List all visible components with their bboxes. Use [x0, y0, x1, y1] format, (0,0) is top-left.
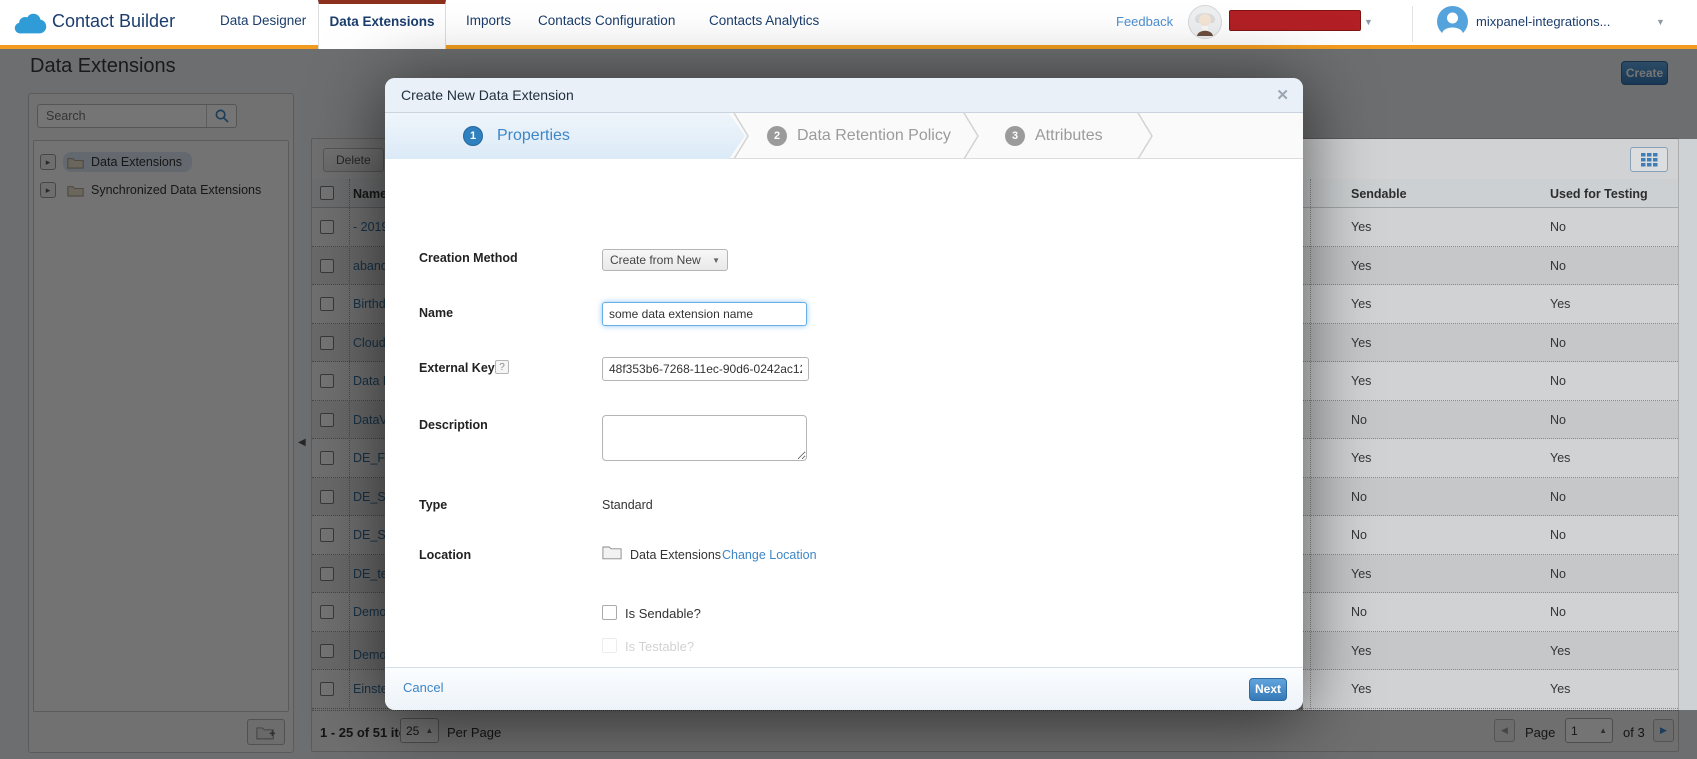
- name-input[interactable]: [602, 302, 807, 326]
- creation-method-select[interactable]: Create from New ▼: [602, 249, 728, 271]
- modal-footer: Cancel Next: [385, 667, 1303, 710]
- external-key-input[interactable]: [602, 357, 809, 381]
- close-icon[interactable]: ✕: [1276, 86, 1289, 104]
- nav-item-imports[interactable]: Imports: [466, 13, 511, 28]
- nav-item-contacts-configuration[interactable]: Contacts Configuration: [538, 13, 675, 28]
- einstein-avatar[interactable]: [1188, 5, 1222, 39]
- step-label: Attributes: [1035, 127, 1103, 145]
- nav-item-contacts-analytics[interactable]: Contacts Analytics: [709, 13, 819, 28]
- modal-header: Create New Data Extension ✕: [385, 78, 1303, 113]
- step-separator: [733, 113, 750, 159]
- nav-item-data-designer[interactable]: Data Designer: [220, 13, 306, 28]
- is-sendable-label: Is Sendable?: [625, 606, 701, 621]
- modal-overlay: [0, 710, 1697, 759]
- app-canvas: Contact Builder Data Designer Data Exten…: [0, 0, 1697, 759]
- top-nav: Contact Builder Data Designer Data Exten…: [0, 0, 1697, 49]
- chevron-down-icon[interactable]: ▼: [1656, 17, 1665, 27]
- step-label: Properties: [497, 127, 570, 145]
- change-location-link[interactable]: Change Location: [722, 548, 817, 562]
- wizard-steps: 1 Properties 2 Data Retention Policy 3 A…: [385, 113, 1303, 159]
- redacted-account-box[interactable]: [1229, 10, 1361, 31]
- description-textarea[interactable]: [602, 415, 807, 461]
- external-key-label: External Key: [419, 361, 495, 375]
- creation-method-label: Creation Method: [419, 251, 518, 265]
- user-avatar[interactable]: [1437, 6, 1468, 37]
- next-button[interactable]: Next: [1249, 678, 1287, 701]
- modal-overlay-light: [1303, 139, 1697, 710]
- chevron-down-icon[interactable]: ▼: [1364, 17, 1373, 27]
- app-title: Contact Builder: [52, 11, 175, 32]
- location-label: Location: [419, 548, 471, 562]
- feedback-link[interactable]: Feedback: [1116, 14, 1173, 29]
- nav-item-data-extensions[interactable]: Data Extensions: [318, 0, 446, 49]
- is-testable-checkbox: [602, 638, 617, 653]
- step-label: Data Retention Policy: [797, 127, 951, 145]
- cloud-logo-icon: [14, 10, 48, 35]
- folder-icon: [602, 544, 622, 560]
- location-value: Data Extensions: [630, 548, 721, 562]
- step-separator: [963, 113, 980, 159]
- help-icon[interactable]: ?: [495, 360, 509, 374]
- type-label: Type: [419, 498, 447, 512]
- nav-divider: [1412, 6, 1413, 42]
- step-number: 3: [1005, 126, 1025, 146]
- dropdown-arrow-icon: ▼: [712, 256, 720, 265]
- step-number: 2: [767, 126, 787, 146]
- account-name[interactable]: mixpanel-integrations...: [1476, 14, 1610, 29]
- name-label: Name: [419, 306, 453, 320]
- step-number: 1: [463, 126, 483, 146]
- type-value: Standard: [602, 498, 653, 512]
- step-separator: [1137, 113, 1154, 159]
- is-testable-label: Is Testable?: [625, 639, 694, 654]
- description-label: Description: [419, 418, 488, 432]
- modal-title: Create New Data Extension: [401, 87, 574, 103]
- cancel-button[interactable]: Cancel: [403, 680, 443, 695]
- is-sendable-checkbox[interactable]: [602, 605, 617, 620]
- create-data-extension-modal: Create New Data Extension ✕ 1 Properties…: [385, 78, 1303, 710]
